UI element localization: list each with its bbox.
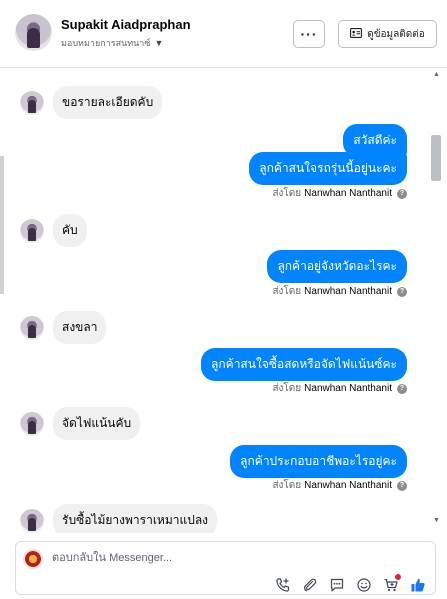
thread-scrollbar[interactable]: ▲ ▼	[430, 68, 444, 533]
incoming-message: ขอรายละเอียดคับ	[20, 86, 163, 119]
sent-by-line: ส่งโดย Nanwhan Nanthanit ?	[272, 186, 407, 201]
scrollbar-thumb[interactable]	[431, 135, 441, 181]
add-call-icon[interactable]	[274, 576, 291, 593]
sent-by-prefix: ส่งโดย	[272, 480, 302, 491]
sender-avatar	[20, 90, 44, 115]
sent-by-prefix: ส่งโดย	[272, 286, 302, 297]
attachment-icon[interactable]	[301, 576, 318, 593]
cart-icon[interactable]	[382, 574, 401, 593]
caret-down-icon: ▼	[154, 38, 164, 48]
outgoing-bubble[interactable]: ลูกค้าสนใจรถรุ่นนี้อยู่นะคะ	[249, 152, 407, 185]
sent-by-prefix: ส่งโดย	[272, 383, 302, 394]
sent-by-agent: Nanwhan Nanthanit	[304, 286, 392, 297]
page-avatar	[23, 549, 43, 569]
reply-composer	[15, 541, 436, 595]
help-icon[interactable]: ?	[397, 383, 407, 394]
contact-name[interactable]: Supakit Aiadpraphan	[61, 17, 191, 32]
saved-reply-icon[interactable]	[328, 576, 345, 593]
sent-by-agent: Nanwhan Nanthanit	[304, 480, 392, 491]
help-icon[interactable]: ?	[397, 286, 407, 297]
view-contact-label: ดูข้อมูลติดต่อ	[367, 28, 425, 40]
sent-by-prefix: ส่งโดย	[272, 188, 302, 199]
conversation-header: Supakit Aiadpraphan มอบหมายการสนทนาซ์ ▼ …	[0, 0, 447, 68]
thread-scroll-indicator	[0, 156, 4, 294]
incoming-bubble[interactable]: สงขลา	[53, 311, 107, 344]
view-contact-button[interactable]: ดูข้อมูลติดต่อ	[338, 20, 437, 48]
emoji-icon[interactable]	[355, 576, 372, 593]
outgoing-bubble[interactable]: ลูกค้าอยู่จังหวัดอะไรคะ	[267, 250, 407, 283]
assign-label: มอบหมายการสนทนาซ์	[61, 38, 151, 48]
incoming-bubble[interactable]: คับ	[53, 214, 87, 247]
outgoing-bubble[interactable]: ลูกค้าประกอบอาชีพอะไรอยู่คะ	[230, 445, 407, 478]
reply-input[interactable]	[52, 550, 352, 566]
assign-conversation-dropdown[interactable]: มอบหมายการสนทนาซ์ ▼	[61, 36, 163, 50]
like-icon[interactable]	[409, 576, 426, 593]
sent-by-agent: Nanwhan Nanthanit	[304, 383, 392, 394]
sent-by-line: ส่งโดย Nanwhan Nanthanit ?	[272, 478, 407, 493]
incoming-bubble[interactable]: ขอรายละเอียดคับ	[53, 86, 163, 119]
incoming-bubble[interactable]: จัดไฟแน้นคับ	[53, 407, 141, 440]
outgoing-bubble[interactable]: ลูกค้าสนใจซื้อสดหรือจัดไฟแน้นซ์คะ	[201, 348, 407, 381]
help-icon[interactable]: ?	[397, 188, 407, 199]
notification-dot	[395, 574, 401, 580]
contact-avatar[interactable]	[15, 14, 52, 51]
sender-avatar	[20, 315, 44, 340]
more-options-button[interactable]: ···	[293, 20, 325, 48]
sender-avatar	[20, 218, 44, 243]
sender-avatar	[20, 508, 44, 533]
incoming-message: รับซื้อไม้ยางพาราเหมาแปลง	[20, 504, 218, 533]
incoming-message: คับ	[20, 214, 87, 247]
composer-toolbar	[274, 574, 426, 593]
message-thread[interactable]: ขอรายละเอียดคับ สวัสดีค่ะ ลูกค้าสนใจรถรุ…	[0, 68, 447, 533]
sender-avatar	[20, 411, 44, 436]
help-icon[interactable]: ?	[397, 480, 407, 491]
scroll-up-icon[interactable]: ▲	[433, 71, 440, 78]
incoming-bubble[interactable]: รับซื้อไม้ยางพาราเหมาแปลง	[53, 504, 218, 533]
sent-by-line: ส่งโดย Nanwhan Nanthanit ?	[272, 381, 407, 396]
contact-card-icon	[350, 27, 363, 41]
incoming-message: สงขลา	[20, 311, 107, 344]
incoming-message: จัดไฟแน้นคับ	[20, 407, 141, 440]
sent-by-agent: Nanwhan Nanthanit	[304, 188, 392, 199]
sent-by-line: ส่งโดย Nanwhan Nanthanit ?	[272, 284, 407, 299]
scroll-down-icon[interactable]: ▼	[433, 517, 440, 524]
